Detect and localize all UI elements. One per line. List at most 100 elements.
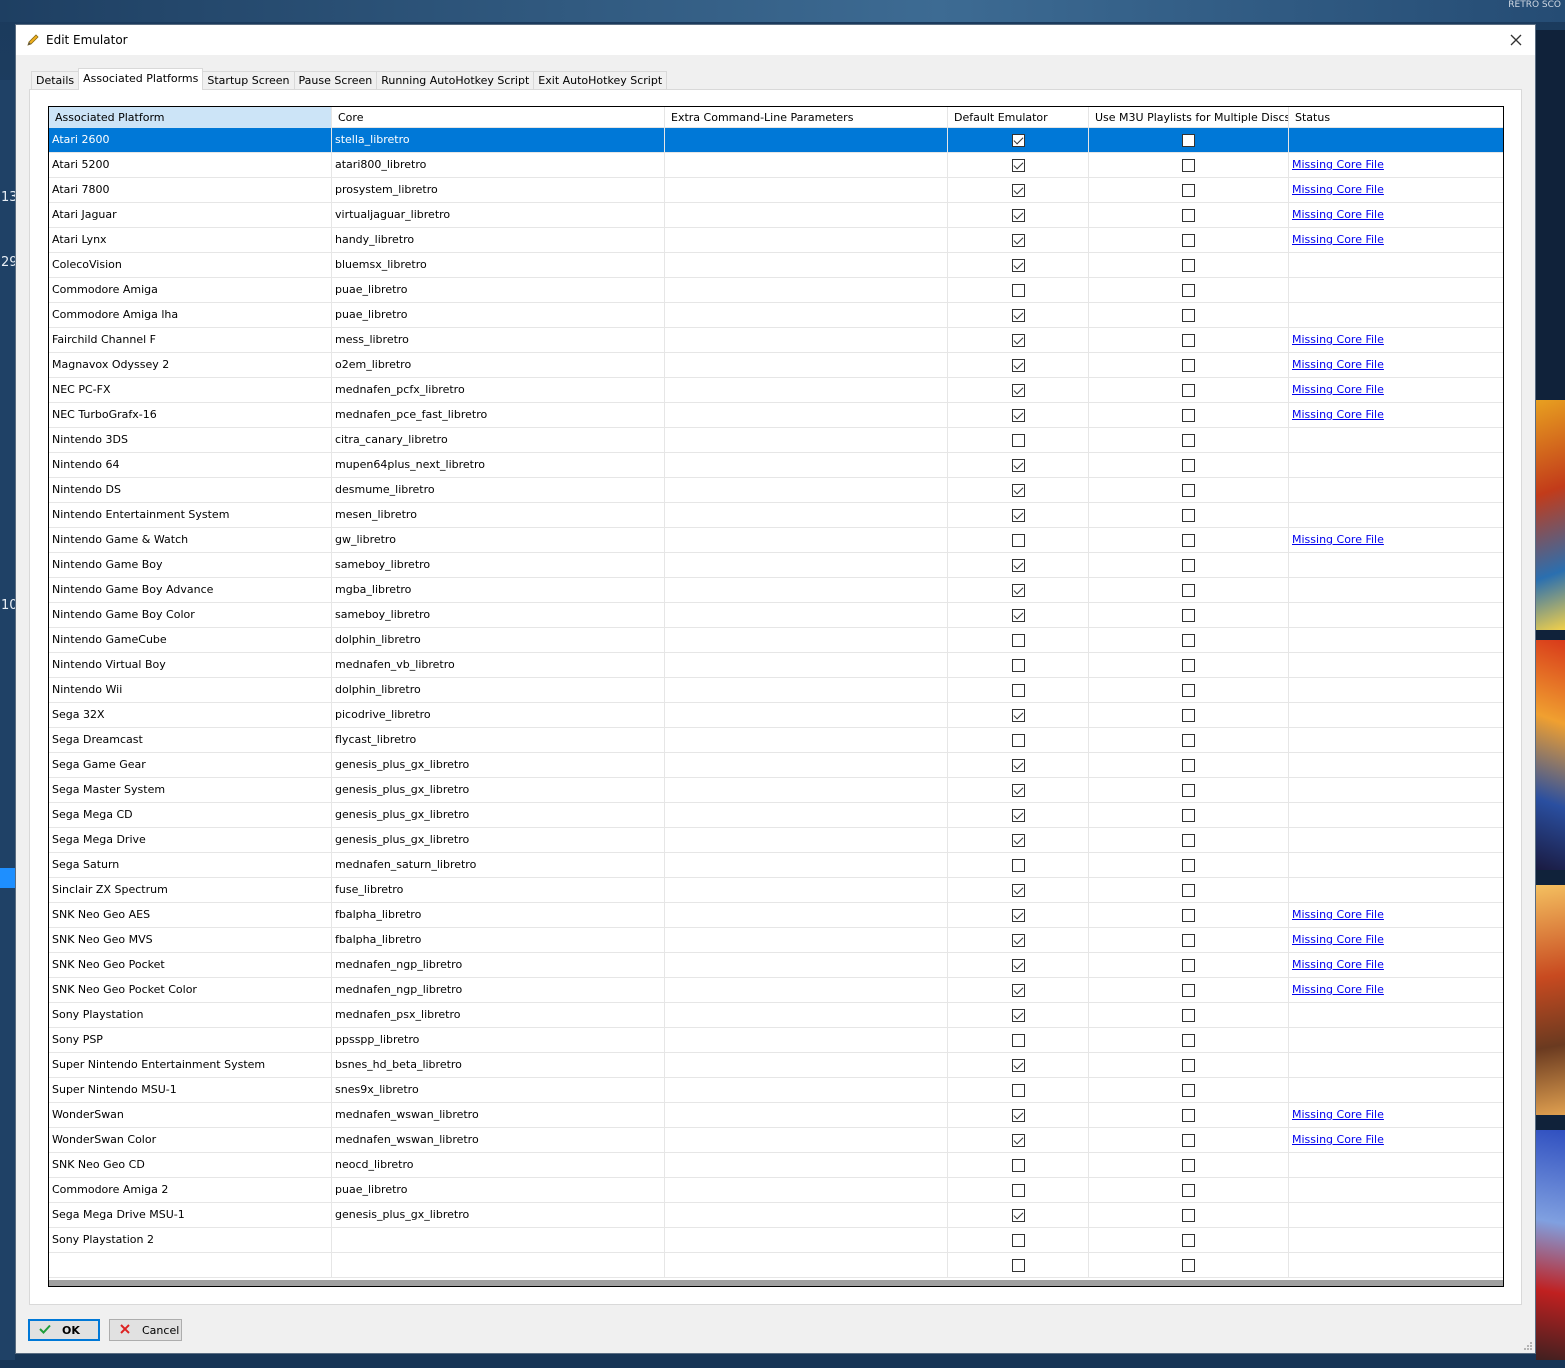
column-header-status[interactable]: Status — [1289, 107, 1503, 128]
default-emulator-checkbox[interactable] — [1011, 558, 1025, 572]
extra-params-cell[interactable] — [665, 703, 948, 727]
status-link[interactable]: Missing Core File — [1292, 358, 1384, 371]
platform-cell[interactable]: Sega 32X — [49, 703, 332, 727]
m3u-playlist-checkbox[interactable] — [1182, 1183, 1195, 1197]
table-row[interactable]: Nintendo Game & Watch gw_libretro Missing … — [49, 528, 1503, 553]
extra-params-cell[interactable] — [665, 828, 948, 852]
core-cell[interactable]: sameboy_libretro — [332, 553, 665, 577]
extra-params-cell[interactable] — [665, 478, 948, 502]
status-link[interactable]: Missing Core File — [1292, 158, 1384, 171]
extra-params-cell[interactable] — [665, 1103, 948, 1127]
platform-cell[interactable]: SNK Neo Geo Pocket Color — [49, 978, 332, 1002]
table-row[interactable]: NEC TurboGrafx-16 mednafen_pce_fast_libre… — [49, 403, 1503, 428]
column-header-m3u-playlists[interactable]: Use M3U Playlists for Multiple Discs — [1089, 107, 1289, 128]
table-row[interactable]: Sega 32X picodrive_libretro — [49, 703, 1503, 728]
default-emulator-checkbox[interactable] — [1011, 1133, 1025, 1147]
table-row[interactable]: SNK Neo Geo MVS fbalpha_libretro Missing C… — [49, 928, 1503, 953]
table-row[interactable]: Atari 5200 atari800_libretro Missing Core … — [49, 153, 1503, 178]
table-row[interactable]: Sega Mega Drive MSU-1 genesis_plus_gx_lib… — [49, 1203, 1503, 1228]
core-cell[interactable]: picodrive_libretro — [332, 703, 665, 727]
column-header-default-emulator[interactable]: Default Emulator — [948, 107, 1089, 128]
core-cell[interactable]: genesis_plus_gx_libretro — [332, 828, 665, 852]
table-row[interactable]: Sega Mega CD genesis_plus_gx_libretro — [49, 803, 1503, 828]
m3u-playlist-checkbox[interactable] — [1182, 433, 1195, 447]
default-emulator-checkbox[interactable] — [1011, 983, 1025, 997]
table-row[interactable] — [49, 1253, 1503, 1278]
platform-cell[interactable]: SNK Neo Geo AES — [49, 903, 332, 927]
default-emulator-checkbox[interactable] — [1011, 508, 1025, 522]
default-emulator-checkbox[interactable] — [1011, 858, 1025, 872]
m3u-playlist-checkbox[interactable] — [1182, 683, 1195, 697]
core-cell[interactable]: mednafen_pce_fast_libretro — [332, 403, 665, 427]
default-emulator-checkbox[interactable] — [1011, 1158, 1025, 1172]
table-row[interactable]: Nintendo 64 mupen64plus_next_libretro — [49, 453, 1503, 478]
core-cell[interactable]: ppsspp_libretro — [332, 1028, 665, 1052]
m3u-playlist-checkbox[interactable] — [1182, 833, 1195, 847]
table-row[interactable]: Commodore Amiga puae_libretro — [49, 278, 1503, 303]
platform-cell[interactable]: Sega Mega Drive MSU-1 — [49, 1203, 332, 1227]
default-emulator-checkbox[interactable] — [1011, 1183, 1025, 1197]
m3u-playlist-checkbox[interactable] — [1182, 758, 1195, 772]
platform-cell[interactable]: Sega Game Gear — [49, 753, 332, 777]
core-cell[interactable]: fbalpha_libretro — [332, 903, 665, 927]
default-emulator-checkbox[interactable] — [1011, 183, 1025, 197]
table-row[interactable]: Atari Jaguar virtualjaguar_libretro Missin… — [49, 203, 1503, 228]
core-cell[interactable]: fbalpha_libretro — [332, 928, 665, 952]
tab-associated-platforms[interactable]: Associated Platforms — [78, 68, 204, 90]
column-header-platform[interactable]: Associated Platform — [49, 107, 332, 128]
core-cell[interactable]: atari800_libretro — [332, 153, 665, 177]
default-emulator-checkbox[interactable] — [1011, 708, 1025, 722]
core-cell[interactable]: mgba_libretro — [332, 578, 665, 602]
default-emulator-checkbox[interactable] — [1011, 458, 1025, 472]
platform-cell[interactable]: Atari Jaguar — [49, 203, 332, 227]
status-link[interactable]: Missing Core File — [1292, 933, 1384, 946]
core-cell[interactable]: snes9x_libretro — [332, 1078, 665, 1102]
core-cell[interactable]: mednafen_saturn_libretro — [332, 853, 665, 877]
m3u-playlist-checkbox[interactable] — [1182, 283, 1195, 297]
platform-cell[interactable]: Fairchild Channel F — [49, 328, 332, 352]
core-cell[interactable]: dolphin_libretro — [332, 628, 665, 652]
table-row[interactable]: Sony Playstation 2 — [49, 1228, 1503, 1253]
default-emulator-checkbox[interactable] — [1011, 608, 1025, 622]
extra-params-cell[interactable] — [665, 128, 948, 152]
m3u-playlist-checkbox[interactable] — [1182, 233, 1195, 247]
core-cell[interactable]: genesis_plus_gx_libretro — [332, 803, 665, 827]
m3u-playlist-checkbox[interactable] — [1182, 658, 1195, 672]
extra-params-cell[interactable] — [665, 1078, 948, 1102]
platform-cell[interactable]: Sega Dreamcast — [49, 728, 332, 752]
platform-cell[interactable]: Sega Master System — [49, 778, 332, 802]
m3u-playlist-checkbox[interactable] — [1182, 958, 1195, 972]
table-row[interactable]: Fairchild Channel Fmess_libretro Missing … — [49, 328, 1503, 353]
table-row[interactable]: SNK Neo Geo Pocket Color mednafen_ngp_lib… — [49, 978, 1503, 1003]
table-row[interactable]: Super Nintendo Entertainment System bsnes… — [49, 1053, 1503, 1078]
grid-horizontal-scrollbar[interactable] — [49, 1280, 1503, 1286]
default-emulator-checkbox[interactable] — [1011, 283, 1025, 297]
extra-params-cell[interactable] — [665, 178, 948, 202]
table-row[interactable]: Magnavox Odyssey 2 o2em_libretro Missing C… — [49, 353, 1503, 378]
status-link[interactable]: Missing Core File — [1292, 908, 1384, 921]
extra-params-cell[interactable] — [665, 1028, 948, 1052]
extra-params-cell[interactable] — [665, 953, 948, 977]
m3u-playlist-checkbox[interactable] — [1182, 1008, 1195, 1022]
m3u-playlist-checkbox[interactable] — [1182, 983, 1195, 997]
status-link[interactable]: Missing Core File — [1292, 408, 1384, 421]
status-link[interactable]: Missing Core File — [1292, 183, 1384, 196]
platform-cell[interactable]: Atari Lynx — [49, 228, 332, 252]
default-emulator-checkbox[interactable] — [1011, 583, 1025, 597]
table-row[interactable]: Sega Mega Drive genesis_plus_gx_libretro — [49, 828, 1503, 853]
core-cell[interactable]: o2em_libretro — [332, 353, 665, 377]
platform-cell[interactable]: NEC TurboGrafx-16 — [49, 403, 332, 427]
extra-params-cell[interactable] — [665, 278, 948, 302]
default-emulator-checkbox[interactable] — [1011, 408, 1025, 422]
extra-params-cell[interactable] — [665, 1128, 948, 1152]
extra-params-cell[interactable] — [665, 1203, 948, 1227]
core-cell[interactable]: mednafen_pcfx_libretro — [332, 378, 665, 402]
default-emulator-checkbox[interactable] — [1011, 833, 1025, 847]
extra-params-cell[interactable] — [665, 878, 948, 902]
m3u-playlist-checkbox[interactable] — [1182, 1133, 1195, 1147]
extra-params-cell[interactable] — [665, 453, 948, 477]
tab-startup-screen[interactable]: Startup Screen — [202, 71, 295, 90]
table-row[interactable]: Sinclair ZX Spectrum fuse_libretro — [49, 878, 1503, 903]
default-emulator-checkbox[interactable] — [1011, 1058, 1025, 1072]
extra-params-cell[interactable] — [665, 153, 948, 177]
